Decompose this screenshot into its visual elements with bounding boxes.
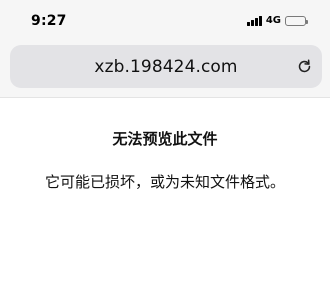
status-time: 9:27 <box>31 13 67 29</box>
status-indicators: 4G <box>247 15 308 27</box>
signal-strength-icon <box>247 16 262 26</box>
signal-bar <box>247 22 250 26</box>
reload-icon[interactable] <box>296 58 313 75</box>
browser-chrome: 9:27 4G xzb.198424.com <box>0 0 330 98</box>
status-bar: 9:27 4G <box>0 0 330 40</box>
address-bar[interactable]: xzb.198424.com <box>10 45 322 88</box>
signal-bar <box>259 16 262 26</box>
battery-icon <box>285 16 308 26</box>
url-text[interactable]: xzb.198424.com <box>10 57 322 77</box>
network-type: 4G <box>265 15 281 26</box>
error-title: 无法预览此文件 <box>112 130 218 148</box>
signal-bar <box>251 20 254 26</box>
preview-area: 无法预览此文件 它可能已损坏，或为未知文件格式。 <box>0 98 330 290</box>
battery-cap <box>306 19 308 24</box>
error-message: 它可能已损坏，或为未知文件格式。 <box>44 173 285 191</box>
signal-bar <box>255 18 258 26</box>
